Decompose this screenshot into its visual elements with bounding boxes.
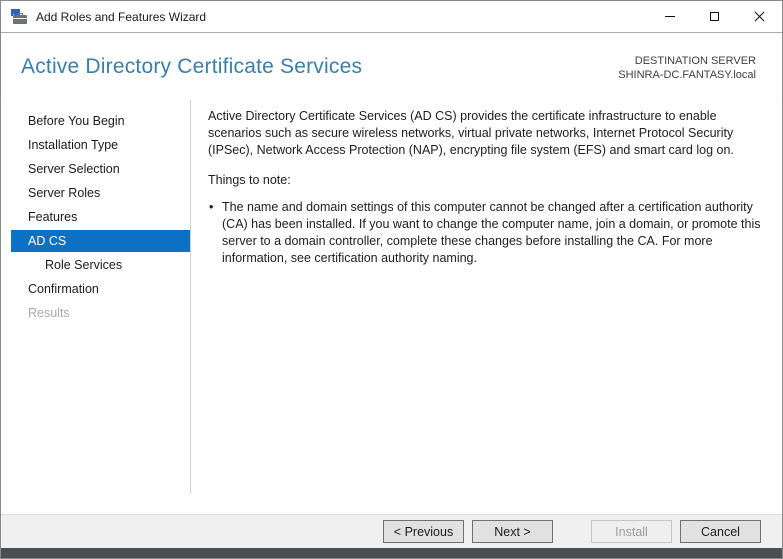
maximize-icon xyxy=(710,12,719,21)
sidebar-item-features[interactable]: Features xyxy=(1,205,191,229)
sidebar-item-installation-type[interactable]: Installation Type xyxy=(1,133,191,157)
title-bar: Add Roles and Features Wizard xyxy=(1,1,782,33)
sidebar-item-label: AD CS xyxy=(28,234,67,248)
sidebar-item-role-services[interactable]: Role Services xyxy=(1,253,191,277)
wizard-header: Active Directory Certificate Services DE… xyxy=(1,33,782,100)
sidebar-item-label: Confirmation xyxy=(28,282,99,296)
sidebar-item-label: Installation Type xyxy=(28,138,119,152)
next-button[interactable]: Next > xyxy=(472,520,553,543)
sidebar-item-label: Role Services xyxy=(45,258,123,272)
wizard-window: Add Roles and Features Wizard Active Dir… xyxy=(0,0,783,559)
page-title: Active Directory Certificate Services xyxy=(21,54,363,78)
sidebar-item-before-you-begin[interactable]: Before You Begin xyxy=(1,109,191,133)
bottom-strip xyxy=(1,548,782,558)
adcs-description-text: Active Directory Certificate Services (A… xyxy=(208,109,734,157)
notes-list: The name and domain settings of this com… xyxy=(208,199,764,267)
close-icon xyxy=(754,11,765,22)
sidebar-item-label: Server Selection xyxy=(28,162,120,176)
wizard-body: Before You Begin Installation Type Serve… xyxy=(1,100,782,514)
wizard-footer: < Previous Next > Install Cancel xyxy=(1,514,782,548)
sidebar-item-label: Results xyxy=(28,306,70,320)
sidebar-item-label: Features xyxy=(28,210,78,224)
previous-button[interactable]: < Previous xyxy=(383,520,464,543)
destination-server-name: SHINRA-DC.FANTASY.local xyxy=(618,68,756,81)
cancel-button[interactable]: Cancel xyxy=(680,520,761,543)
wizard-steps-sidebar: Before You Begin Installation Type Serve… xyxy=(1,100,191,514)
window-title: Add Roles and Features Wizard xyxy=(36,9,207,24)
wizard-content-pane: Active Directory Certificate Services (A… xyxy=(191,100,782,514)
sidebar-item-ad-cs[interactable]: AD CS xyxy=(11,230,190,252)
destination-server-block: DESTINATION SERVER SHINRA-DC.FANTASY.loc… xyxy=(618,52,756,82)
sidebar-item-confirmation[interactable]: Confirmation xyxy=(1,277,191,301)
destination-server-label: DESTINATION SERVER xyxy=(634,54,756,67)
note-item: The name and domain settings of this com… xyxy=(208,199,764,267)
install-button: Install xyxy=(591,520,672,543)
sidebar-item-label: Server Roles xyxy=(28,186,101,200)
close-button[interactable] xyxy=(737,1,782,32)
sidebar-item-results: Results xyxy=(1,301,191,325)
sidebar-item-server-selection[interactable]: Server Selection xyxy=(1,157,191,181)
things-to-note-heading: Things to note: xyxy=(208,173,291,187)
minimize-button[interactable] xyxy=(647,1,692,32)
sidebar-item-server-roles[interactable]: Server Roles xyxy=(1,181,191,205)
maximize-button[interactable] xyxy=(692,1,737,32)
minimize-icon xyxy=(664,16,675,17)
server-manager-toolbox-icon xyxy=(11,8,29,25)
sidebar-item-label: Before You Begin xyxy=(28,114,125,128)
